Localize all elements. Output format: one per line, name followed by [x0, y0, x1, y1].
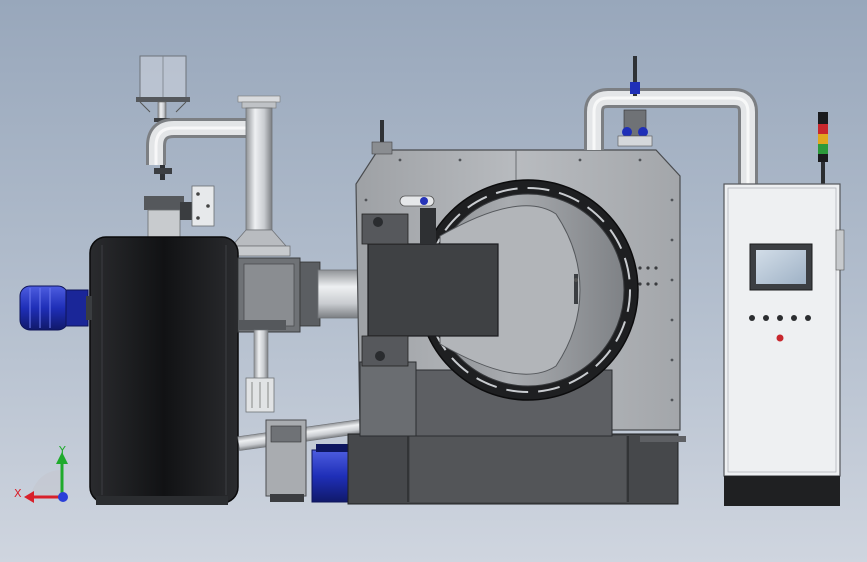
- top-sensor[interactable]: [371, 120, 393, 155]
- exhaust-elbow-pipe[interactable]: [146, 118, 250, 165]
- z-axis-dot: [58, 492, 68, 502]
- x-axis-arrowhead: [24, 491, 34, 503]
- chamber-base[interactable]: [347, 433, 686, 505]
- support-post[interactable]: [245, 329, 275, 413]
- x-axis-label: X: [14, 487, 22, 500]
- y-axis-label: Y: [58, 444, 66, 457]
- transition-duct[interactable]: [237, 257, 359, 333]
- gas-valve-block[interactable]: [144, 185, 215, 239]
- control-cabinet[interactable]: [723, 183, 845, 506]
- orientation-triad: Y X: [14, 444, 68, 503]
- hmi-screen[interactable]: [749, 243, 813, 291]
- blower-motor[interactable]: [19, 285, 92, 331]
- blower-housing[interactable]: [89, 236, 239, 505]
- vacuum-pump-unit[interactable]: [265, 419, 307, 502]
- signal-tower[interactable]: [818, 112, 828, 184]
- cad-viewport[interactable]: Y X: [0, 0, 867, 562]
